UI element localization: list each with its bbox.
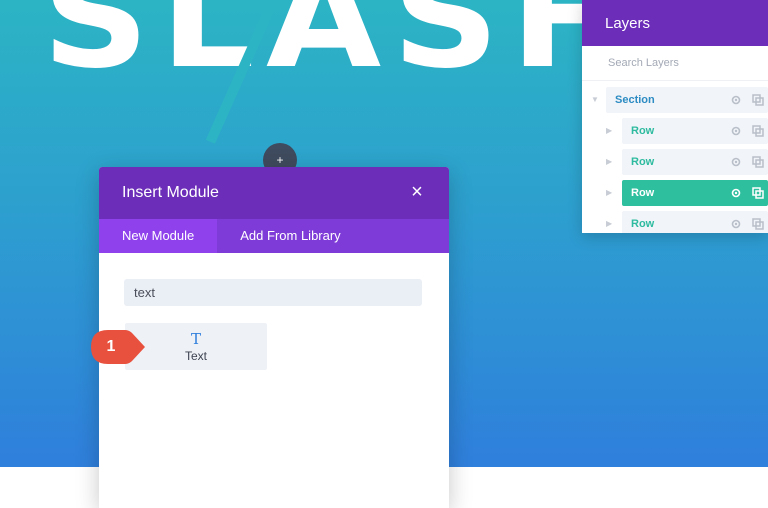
layer-label: Row bbox=[631, 187, 655, 199]
layers-search-input[interactable]: Search Layers bbox=[582, 46, 768, 81]
layer-item-row: ▶ Row bbox=[582, 149, 768, 175]
insert-module-modal: Insert Module × New Module Add From Libr… bbox=[99, 167, 449, 508]
layer-item-section: ▼ Section bbox=[582, 87, 768, 113]
collapse-caret-icon[interactable]: ▼ bbox=[591, 95, 599, 104]
layer-item-row: ▶ Row bbox=[582, 211, 768, 233]
layer-label: Section bbox=[615, 94, 655, 106]
layers-title: Layers bbox=[582, 0, 768, 46]
gear-icon[interactable] bbox=[730, 218, 742, 230]
layer-item-row-active: ▶ Row bbox=[582, 180, 768, 206]
layer-item-row: ▶ Row bbox=[582, 118, 768, 144]
duplicate-icon[interactable] bbox=[752, 94, 764, 106]
gear-icon[interactable] bbox=[730, 94, 742, 106]
modal-tabs: New Module Add From Library bbox=[99, 219, 449, 253]
layer-row-pill[interactable]: Row bbox=[622, 149, 768, 175]
layer-tools bbox=[730, 118, 764, 144]
duplicate-icon[interactable] bbox=[752, 218, 764, 230]
layer-tools bbox=[730, 149, 764, 175]
modal-header: Insert Module × bbox=[99, 167, 449, 219]
layer-row-pill[interactable]: Row bbox=[622, 118, 768, 144]
step-badge: 1 bbox=[89, 328, 147, 366]
layer-tools bbox=[730, 211, 764, 233]
layer-row-pill[interactable]: Row bbox=[622, 211, 768, 233]
layers-panel: Layers Search Layers ▼ Section ▶ Row ▶ R… bbox=[582, 0, 768, 233]
modal-title: Insert Module bbox=[122, 184, 219, 201]
duplicate-icon[interactable] bbox=[752, 156, 764, 168]
expand-caret-icon[interactable]: ▶ bbox=[606, 219, 612, 228]
tab-new-module[interactable]: New Module bbox=[99, 219, 218, 253]
expand-caret-icon[interactable]: ▶ bbox=[606, 126, 612, 135]
gear-icon[interactable] bbox=[730, 125, 742, 137]
step-number: 1 bbox=[106, 338, 116, 355]
expand-caret-icon[interactable]: ▶ bbox=[606, 188, 612, 197]
layer-label: Row bbox=[631, 125, 655, 137]
layer-tools bbox=[730, 180, 764, 206]
hero-headline: SLASH bbox=[42, 0, 646, 99]
plus-icon: + bbox=[276, 153, 284, 167]
gear-icon[interactable] bbox=[730, 187, 742, 199]
duplicate-icon[interactable] bbox=[752, 125, 764, 137]
layer-row-pill-active[interactable]: Row bbox=[622, 180, 768, 206]
module-search-input[interactable] bbox=[124, 279, 422, 306]
layer-label: Row bbox=[631, 156, 655, 168]
layer-label: Row bbox=[631, 218, 655, 230]
tab-add-from-library[interactable]: Add From Library bbox=[217, 219, 363, 253]
expand-caret-icon[interactable]: ▶ bbox=[606, 157, 612, 166]
layer-section-pill[interactable]: Section bbox=[606, 87, 768, 113]
close-icon[interactable]: × bbox=[407, 181, 427, 203]
layer-tools bbox=[730, 87, 764, 113]
duplicate-icon[interactable] bbox=[752, 187, 764, 199]
gear-icon[interactable] bbox=[730, 156, 742, 168]
